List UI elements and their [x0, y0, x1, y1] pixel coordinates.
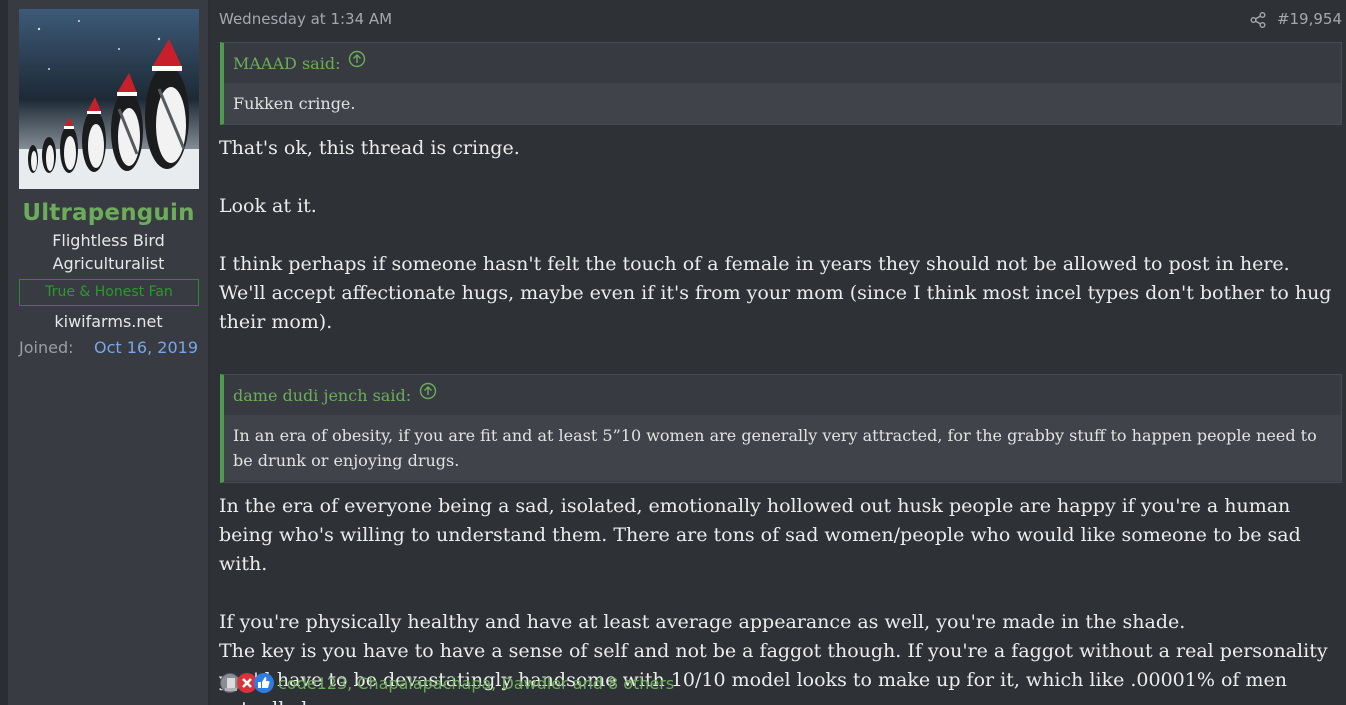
post-paragraph: I think perhaps if someone hasn't felt t…	[219, 253, 1332, 333]
post-paragraph: Look at it.	[219, 195, 317, 217]
quote-block: MAAAD said: Fukken cringe.	[220, 42, 1342, 125]
joined-date: Oct 16, 2019	[94, 338, 198, 357]
username[interactable]: Ultrapenguin	[8, 200, 209, 226]
post-number[interactable]: #19,954	[1277, 10, 1342, 28]
avatar[interactable]	[19, 9, 199, 189]
thumbs-up-icon	[254, 673, 274, 693]
user-title: Agriculturalist	[52, 254, 165, 273]
quote-text: In an era of obesity, if you are fit and…	[224, 415, 1341, 481]
share-icon[interactable]	[1249, 11, 1267, 29]
left-edge	[0, 0, 8, 705]
quote-header: MAAAD said:	[224, 43, 1341, 83]
quote-block: dame dudi jench said: In an era of obesi…	[220, 374, 1342, 483]
reaction-users[interactable]: code123, Chapalapachapa, Dawdler and 8 o…	[278, 674, 674, 693]
post-body: That's ok, this thread is cringe. Look a…	[219, 134, 1339, 337]
user-banner: True & Honest Fan	[19, 279, 199, 306]
post-paragraph: That's ok, this thread is cringe.	[219, 137, 520, 159]
arrow-up-circle-icon[interactable]	[419, 374, 437, 416]
quote-header: dame dudi jench said:	[224, 375, 1341, 415]
arrow-up-circle-icon[interactable]	[348, 42, 366, 84]
joined-label: Joined:	[19, 338, 74, 357]
quote-author[interactable]: MAAAD said:	[233, 54, 340, 73]
post-main: Wednesday at 1:34 AM #19,954 MAAAD said:…	[209, 0, 1346, 705]
user-site: kiwifarms.net	[54, 312, 163, 331]
quote-author[interactable]: dame dudi jench said:	[233, 386, 411, 405]
post-timestamp[interactable]: Wednesday at 1:34 AM	[219, 10, 392, 28]
post-paragraph: In the era of everyone being a sad, isol…	[219, 495, 1301, 575]
user-sidebar: Ultrapenguin Flightless Bird Agricultura…	[8, 0, 209, 705]
post-paragraph: The key is you have to have a sense of s…	[219, 640, 1328, 705]
user-title: Flightless Bird	[52, 231, 165, 250]
quote-text: Fukken cringe.	[224, 83, 1341, 124]
post-paragraph: If you're physically healthy and have at…	[219, 611, 1186, 633]
